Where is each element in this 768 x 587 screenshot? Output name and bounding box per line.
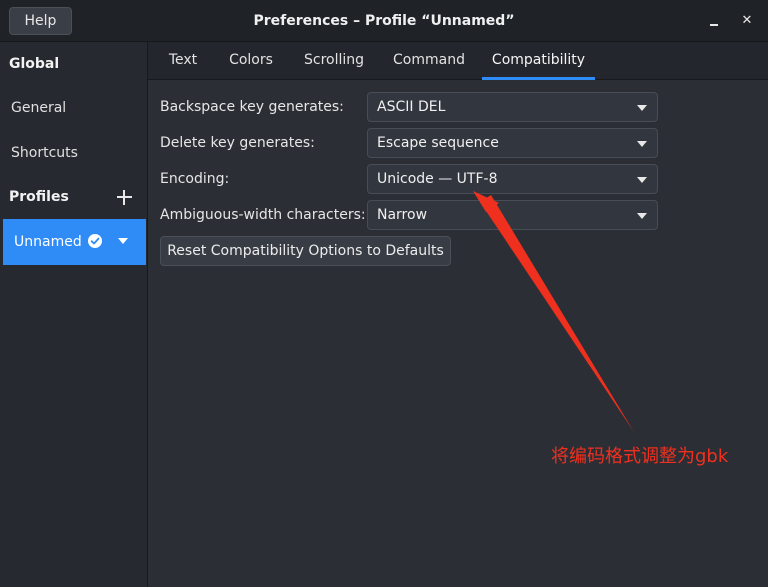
backspace-select[interactable]: ASCII DEL <box>367 92 658 122</box>
delete-select[interactable]: Escape sequence <box>367 128 658 158</box>
tab-colors[interactable]: Colors <box>220 42 282 80</box>
delete-value: Escape sequence <box>377 135 499 151</box>
add-profile-icon[interactable] <box>117 190 132 205</box>
delete-label: Delete key generates: <box>160 135 315 151</box>
ambiguous-width-value: Narrow <box>377 207 428 223</box>
help-button[interactable]: Help <box>9 7 72 35</box>
encoding-label: Encoding: <box>160 171 230 187</box>
profiles-label: Profiles <box>9 189 69 205</box>
backspace-value: ASCII DEL <box>377 99 446 115</box>
title-bar: Help Preferences – Profile “Unnamed” ✕ <box>0 0 768 42</box>
minimize-icon <box>710 24 718 26</box>
chevron-down-icon <box>637 213 647 219</box>
default-profile-check-icon <box>88 234 102 248</box>
compatibility-panel: Backspace key generates: ASCII DEL Delet… <box>148 80 768 587</box>
ambiguous-width-select[interactable]: Narrow <box>367 200 658 230</box>
ambiguous-width-label: Ambiguous-width characters: <box>160 207 366 223</box>
annotation-text: 将编码格式调整为gbk <box>551 446 729 467</box>
chevron-down-icon <box>637 105 647 111</box>
sidebar-item-profile-unnamed[interactable]: Unnamed <box>3 219 146 265</box>
tab-bar: Text Colors Scrolling Command Compatibil… <box>148 42 768 80</box>
close-icon: ✕ <box>741 13 753 28</box>
chevron-down-icon <box>637 177 647 183</box>
window-title: Preferences – Profile “Unnamed” <box>253 13 515 29</box>
tab-compatibility[interactable]: Compatibility <box>482 42 595 80</box>
tab-command[interactable]: Command <box>386 42 472 80</box>
sidebar-item-shortcuts[interactable]: Shortcuts <box>0 131 147 175</box>
chevron-down-icon <box>637 141 647 147</box>
minimize-button[interactable] <box>704 11 724 31</box>
profile-menu-chevron-down-icon[interactable] <box>118 238 128 244</box>
profile-name-label: Unnamed <box>14 234 82 250</box>
backspace-label: Backspace key generates: <box>160 99 344 115</box>
sidebar-header-global: Global <box>9 56 60 72</box>
sidebar-item-general[interactable]: General <box>0 86 147 130</box>
reset-compatibility-button[interactable]: Reset Compatibility Options to Defaults <box>160 236 451 266</box>
close-button[interactable]: ✕ <box>737 11 757 31</box>
tab-text[interactable]: Text <box>158 42 208 80</box>
tab-scrolling[interactable]: Scrolling <box>295 42 373 80</box>
encoding-select[interactable]: Unicode — UTF-8 <box>367 164 658 194</box>
encoding-value: Unicode — UTF-8 <box>377 171 498 187</box>
tab-compatibility-label: Compatibility <box>491 52 586 68</box>
sidebar-header-profiles: Profiles <box>0 175 147 219</box>
sidebar: Global General Shortcuts Profiles Unname… <box>0 42 148 587</box>
